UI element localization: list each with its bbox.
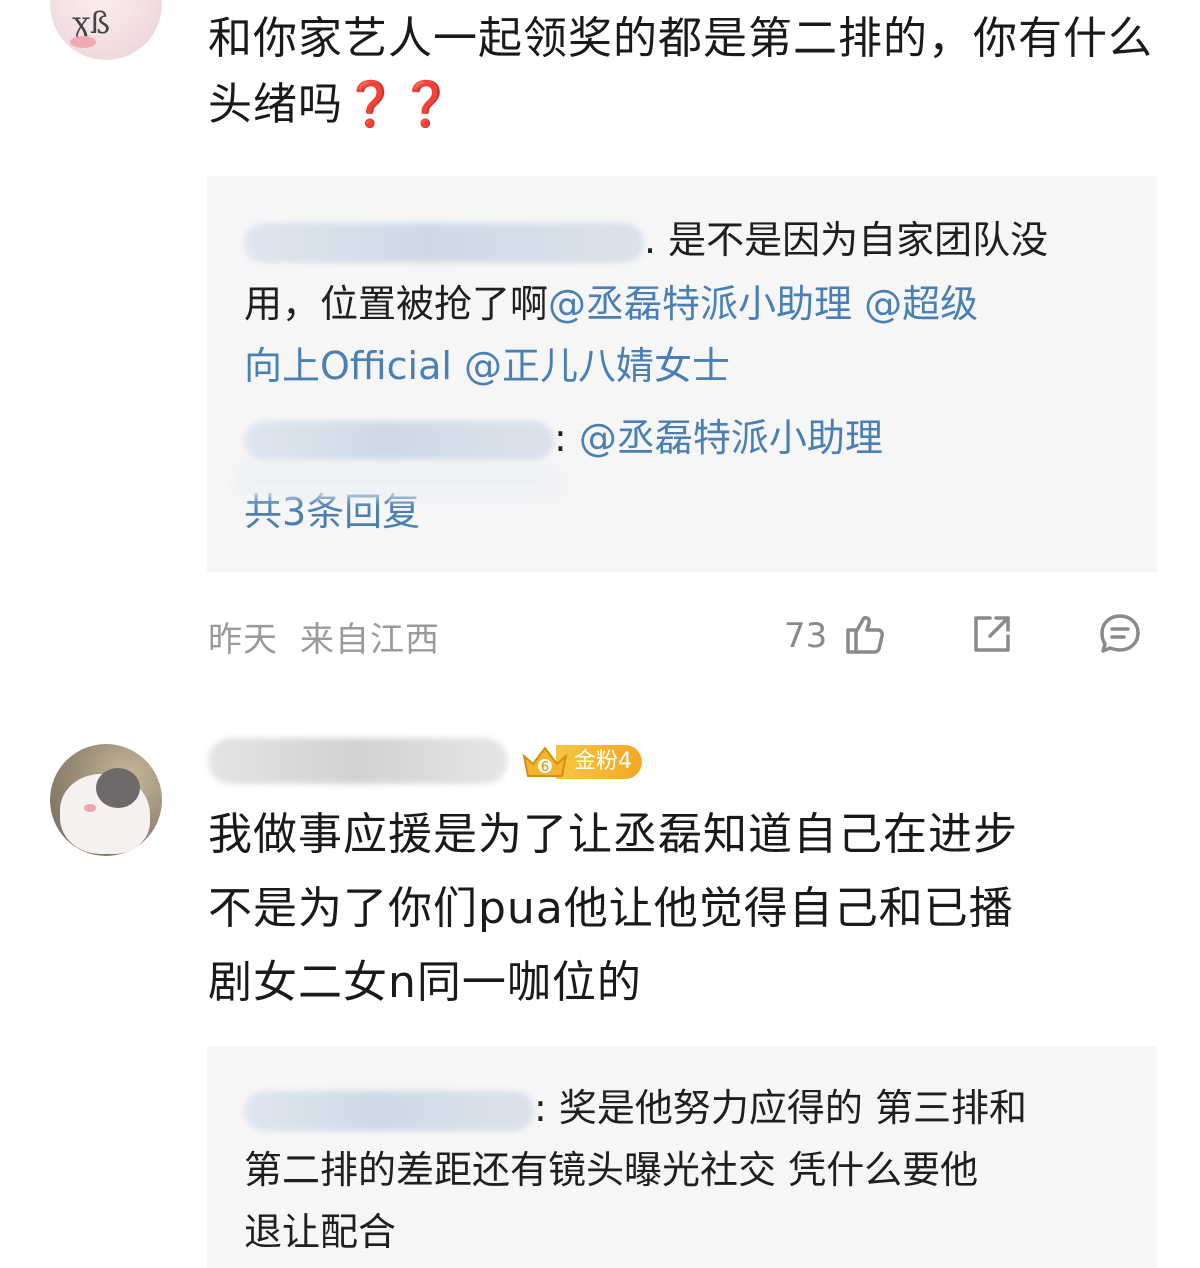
reply-author-blurred[interactable] [244,222,644,263]
mention-link[interactable]: @超级 [864,282,978,326]
reply-item-continued: 向上Official @正儿八婧女士 [244,336,1124,396]
mention-link[interactable]: @丞磊特派小助理 [579,416,883,460]
reply-box[interactable]: : 奖是他努力应得的 第三排和 第二排的差距还有镜头曝光社交 凭什么要他 退让配… [207,1046,1157,1268]
reply-item: : 奖是他努力应得的 第三排和 [244,1078,1124,1138]
reply-author-blurred[interactable] [244,420,554,461]
share-icon[interactable] [968,610,1016,658]
reply-text: 第二排的差距还有镜头曝光社交 凭什么要他 [244,1148,979,1192]
comment-meta: 昨天 来自江西 [208,612,440,661]
avatar-cat-nose [84,804,96,812]
comment-line: 我做事应援是为了让丞磊知道自己在进步 [208,809,1018,860]
username-blurred[interactable] [208,738,508,784]
avatar[interactable] [50,744,162,856]
reply-text: : 奖是他努力应得的 第三排和 [534,1086,1027,1130]
comment-text: 和你家艺人一起领奖的都是第二排的，你有什么头绪吗❓❓ [208,6,1158,138]
reply-item: : @丞磊特派小助理 [244,408,1124,468]
like-count: 73 [784,616,828,656]
mention-link[interactable]: @正儿八婧女士 [464,344,730,388]
comment-footer: 昨天 来自江西 73 [208,604,1152,664]
reply-separator: : [554,416,579,460]
avatar-blush [70,36,96,48]
comment-text: 我做事应援是为了让丞磊知道自己在进步 不是为了你们pua他让他觉得自己和已播 剧… [208,802,1158,1016]
reply-author-blurred[interactable] [244,1090,534,1131]
blur-overlay [233,464,563,498]
crown-icon: 6 [520,742,570,782]
badge-level: 6 [541,760,549,775]
reply-box[interactable]: . 是不是因为自家团队没 用，位置被抢了啊@丞磊特派小助理 @超级 向上Offi… [207,176,1157,572]
reply-text: 退让配合 [244,1210,397,1254]
reply-text: . 是不是因为自家团队没 [644,218,1049,262]
comment-line: 不是为了你们pua他让他觉得自己和已播 [208,883,1014,934]
mention-link[interactable]: 向上Official [244,344,452,388]
reply-item: . 是不是因为自家团队没 [244,210,1124,270]
reply-item-continued: 用，位置被抢了啊@丞磊特派小助理 @超级 [244,274,1124,334]
fan-badge[interactable]: 6 金粉4 [520,742,642,782]
reply-text: 用，位置被抢了啊 [244,282,549,326]
comment-icon[interactable] [1096,610,1144,658]
comment-time: 昨天 [208,620,278,660]
thumbs-up-icon[interactable] [840,610,888,658]
avatar-cat-patch [96,768,140,808]
comment-line: 剧女二女n同一咖位的 [208,957,642,1008]
question-mark-emoji: ❓❓ [343,79,455,130]
mention-link[interactable]: @丞磊特派小助理 [548,282,852,326]
comment-location: 来自江西 [300,620,440,660]
avatar[interactable]: ɣß [50,0,162,60]
